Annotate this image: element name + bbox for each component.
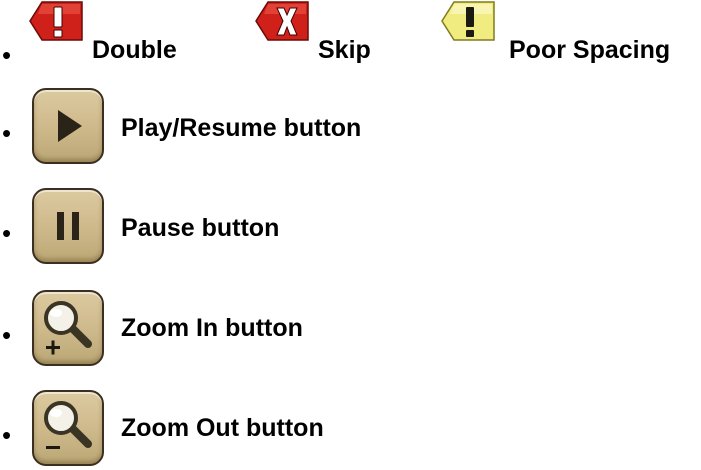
red-x-flag-icon [255, 1, 309, 41]
bullet: • [2, 118, 12, 148]
button-label-play: Play/Resume button [121, 114, 362, 142]
button-label-zoom-out: Zoom Out button [121, 414, 324, 442]
button-label-pause: Pause button [121, 214, 280, 242]
play-button[interactable] [32, 88, 104, 164]
flag-label-skip: Skip [318, 36, 371, 64]
zoom-out-icon [44, 401, 92, 449]
pause-icon [57, 212, 79, 240]
bullet: • [2, 420, 12, 450]
play-icon [58, 110, 82, 142]
red-exclamation-flag-icon [29, 1, 83, 41]
zoom-in-icon [44, 301, 92, 355]
yellow-exclamation-flag-icon [441, 1, 495, 41]
bullet: • [2, 320, 12, 350]
flag-label-poor-spacing: Poor Spacing [509, 36, 671, 64]
pause-button[interactable] [32, 188, 104, 264]
zoom-in-button[interactable] [32, 290, 104, 366]
button-label-zoom-in: Zoom In button [121, 314, 303, 342]
bullet: • [2, 40, 12, 70]
zoom-out-button[interactable] [32, 390, 104, 466]
bullet: • [2, 218, 12, 248]
flag-label-double: Double [92, 36, 177, 64]
